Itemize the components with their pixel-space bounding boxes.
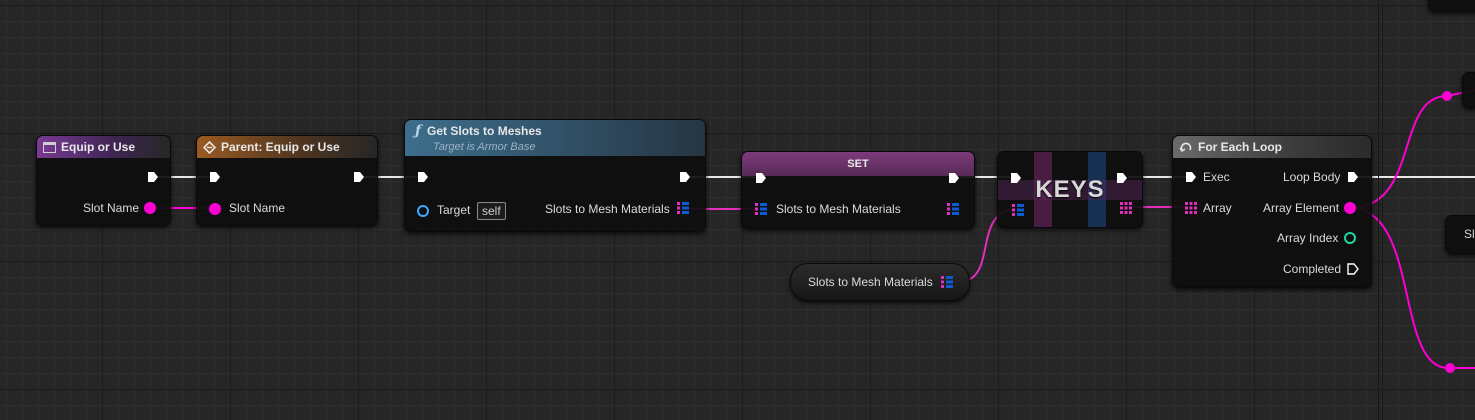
array-in-pin[interactable] (1185, 202, 1197, 214)
exec-out-pin[interactable] (948, 172, 960, 184)
target-in-pin[interactable] (417, 205, 429, 217)
map-in-pin[interactable] (755, 203, 767, 215)
equip-or-use-node[interactable]: Equip or Use Slot Name (36, 135, 171, 226)
offscreen-node-label: Sl (1464, 227, 1475, 241)
get-slots-title: Get Slots to Meshes (427, 124, 542, 138)
exec-out-pin[interactable] (147, 171, 159, 183)
exec-out-pin[interactable] (679, 171, 691, 183)
completed-out-pin[interactable] (1347, 263, 1359, 275)
set-title: SET (847, 158, 869, 170)
map-out-pin[interactable] (941, 276, 953, 288)
slot-name-label: Slot Name (229, 201, 286, 215)
exec-in-pin[interactable] (417, 171, 429, 183)
foreach-header: For Each Loop (1173, 136, 1371, 158)
loop-icon (1179, 142, 1192, 152)
get-slots-header: ƒ Get Slots to Meshes Target is Armor Ba… (405, 120, 705, 156)
grid-major-line (1378, 0, 1379, 420)
parent-equip-or-use-node[interactable]: Parent: Equip or Use Slot Name (196, 135, 378, 226)
offscreen-node-reroute[interactable] (1462, 72, 1475, 108)
reroute-node (1442, 91, 1452, 101)
set-input-label: Slots to Mesh Materials (776, 202, 901, 216)
target-label: Target (437, 203, 471, 217)
loop-body-label: Loop Body (1283, 170, 1341, 184)
slots-variable-node[interactable]: Slots to Mesh Materials (790, 263, 970, 301)
array-out-pin[interactable] (1120, 202, 1132, 214)
parent-title: Parent: Equip or Use (221, 140, 340, 154)
parent-call-icon (203, 140, 216, 154)
slots-output-label: Slots to Mesh Materials (545, 202, 670, 216)
map-out-pin[interactable] (677, 202, 689, 214)
map-in-pin[interactable] (1012, 204, 1024, 216)
slot-name-label: Slot Name (83, 201, 140, 215)
array-label: Array (1203, 201, 1232, 215)
keys-node[interactable]: KEYS (997, 151, 1143, 228)
array-element-out-pin[interactable] (1344, 202, 1356, 214)
for-each-loop-node[interactable]: For Each Loop Exec Loop Body Array Array… (1172, 135, 1372, 288)
slot-name-out-pin[interactable] (144, 202, 156, 214)
exec-in-pin[interactable] (1185, 171, 1197, 183)
array-index-out-pin[interactable] (1344, 232, 1356, 244)
variable-label: Slots to Mesh Materials (808, 275, 933, 289)
exec-out-pin[interactable] (353, 171, 365, 183)
equip-title: Equip or Use (61, 140, 136, 154)
offscreen-node-middle[interactable]: Sl (1445, 215, 1475, 254)
exec-in-pin[interactable] (1010, 172, 1022, 184)
slot-name-in-pin[interactable] (209, 203, 221, 215)
set-node[interactable]: SET Slots to Mesh Materials (741, 151, 975, 229)
offscreen-node-top[interactable] (1428, 0, 1475, 12)
reroute-node (1445, 363, 1455, 373)
completed-label: Completed (1283, 262, 1342, 276)
get-slots-subtitle: Target is Armor Base (433, 141, 536, 153)
self-default-box[interactable]: self (477, 202, 506, 220)
exec-in-pin[interactable] (755, 172, 767, 184)
foreach-title: For Each Loop (1198, 140, 1282, 154)
array-element-label: Array Element (1263, 201, 1340, 215)
exec-label: Exec (1203, 170, 1230, 184)
exec-in-pin[interactable] (209, 171, 221, 183)
function-icon: ƒ (415, 123, 422, 139)
get-slots-to-meshes-node[interactable]: ƒ Get Slots to Meshes Target is Armor Ba… (404, 119, 706, 232)
loop-body-out-pin[interactable] (1347, 171, 1359, 183)
exec-out-pin[interactable] (1116, 172, 1128, 184)
equip-header: Equip or Use (37, 136, 170, 158)
parent-header: Parent: Equip or Use (197, 136, 377, 158)
set-header: SET (742, 152, 974, 176)
array-index-label: Array Index (1277, 231, 1339, 245)
event-icon (43, 141, 56, 153)
map-out-pin[interactable] (947, 203, 959, 215)
